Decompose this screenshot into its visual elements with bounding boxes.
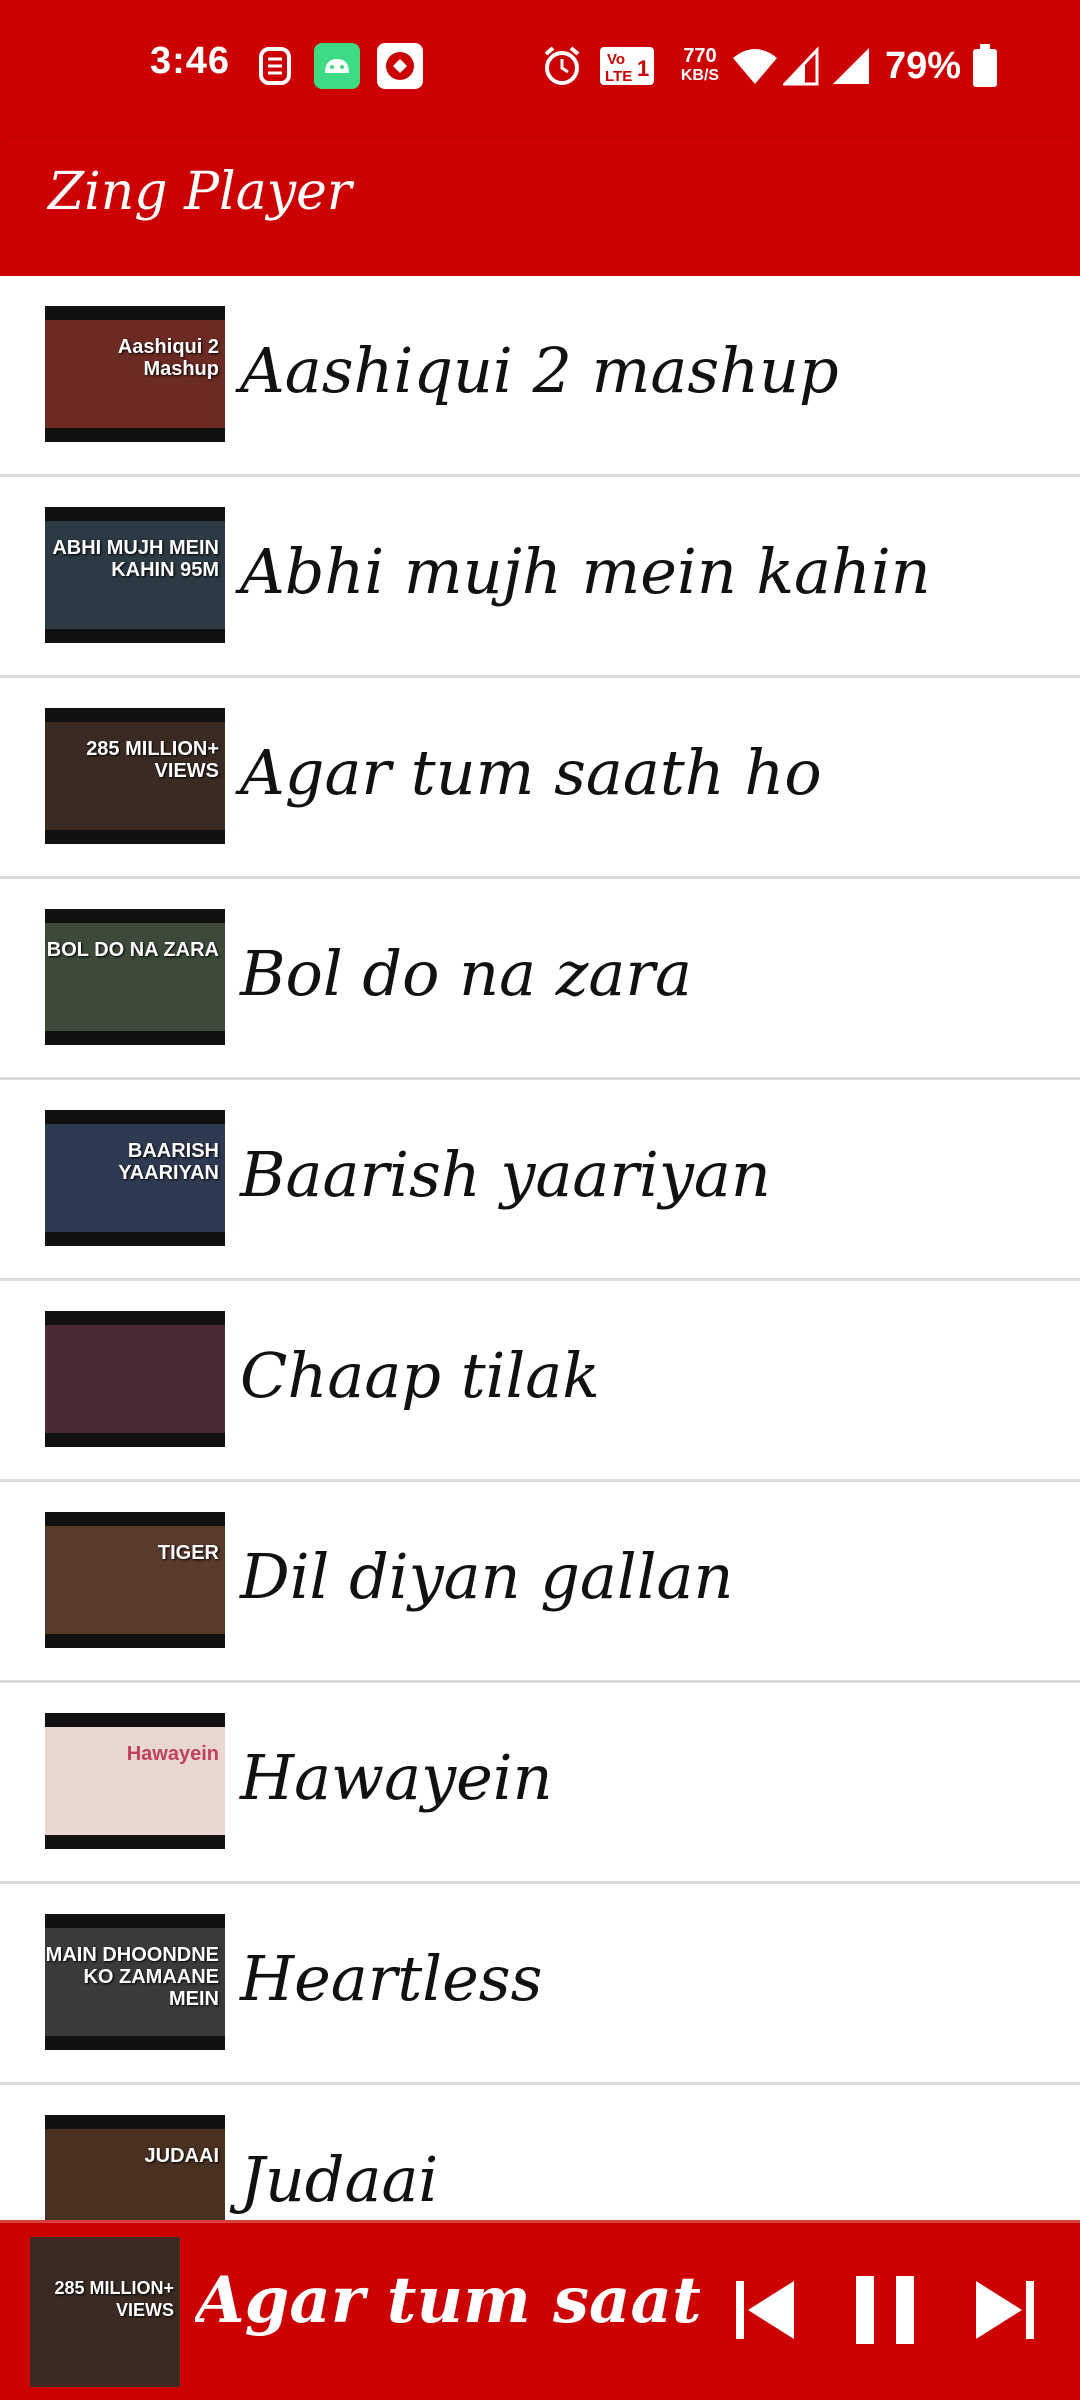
svg-text:LTE: LTE (605, 68, 632, 85)
signal-icon (782, 40, 820, 92)
thumbnail-caption: ABHI MUJH MEIN KAHIN 95M (52, 537, 219, 581)
song-thumbnail: BOL DO NA ZARA (45, 909, 225, 1045)
pause-button[interactable] (840, 2265, 930, 2355)
song-list: Aashiqui 2 Mashup Aashiqui 2 mashup ABHI… (0, 276, 1080, 2286)
now-playing-thumbnail: 285 MILLION+ VIEWS (30, 2237, 180, 2387)
now-playing-title: Agar tum saath h (195, 2263, 700, 2338)
android-icon (313, 40, 361, 92)
alarm-icon (540, 40, 584, 92)
previous-icon (736, 2281, 794, 2339)
app-bar: Zing Player (0, 138, 1080, 276)
battery-percentage: 79% (885, 45, 962, 87)
battery-icon (970, 40, 1000, 92)
app-notification-icon (376, 40, 424, 92)
svg-text:1: 1 (637, 56, 649, 81)
thumbnail-caption: 285 MILLION+ VIEWS (86, 738, 219, 782)
thumbnail-caption: MAIN DHOONDNE KO ZAMAANE MEIN (45, 1944, 219, 2010)
pause-icon (856, 2276, 914, 2344)
song-thumbnail (45, 1311, 225, 1447)
list-item[interactable]: TIGER Dil diyan gallan (0, 1482, 1080, 1683)
thumbnail-caption: BAARISH YAARIYAN (118, 1140, 219, 1184)
status-bar: 3:46 Vo LTE 1 770 KB/S 79% (0, 0, 1080, 138)
network-speed: 770 KB/S (680, 45, 720, 84)
wifi-icon (730, 40, 780, 92)
list-item[interactable]: MAIN DHOONDNE KO ZAMAANE MEIN Heartless (0, 1884, 1080, 2085)
thumbnail-caption: BOL DO NA ZARA (46, 939, 219, 961)
next-icon (976, 2281, 1034, 2339)
list-item[interactable]: Aashiqui 2 Mashup Aashiqui 2 mashup (0, 276, 1080, 477)
thumbnail-caption: Hawayein (126, 1743, 219, 1765)
song-title: Bol do na zara (240, 937, 692, 1010)
song-thumbnail: ABHI MUJH MEIN KAHIN 95M (45, 507, 225, 643)
song-thumbnail: 285 MILLION+ VIEWS (45, 708, 225, 844)
list-item[interactable]: BAARISH YAARIYAN Baarish yaariyan (0, 1080, 1080, 1281)
signal-icon-2 (830, 40, 872, 92)
thumbnail-caption: Aashiqui 2 Mashup (117, 336, 219, 380)
s-icon (255, 40, 295, 92)
volte-icon: Vo LTE 1 (598, 40, 656, 92)
thumbnail-caption: TIGER (157, 1542, 219, 1564)
song-title: Heartless (240, 1942, 543, 2015)
now-playing-thumbnail-caption: 285 MILLION+ VIEWS (54, 2278, 174, 2320)
mini-player[interactable]: 285 MILLION+ VIEWS Agar tum saath h (0, 2220, 1080, 2400)
previous-button[interactable] (720, 2265, 810, 2355)
list-item[interactable]: ABHI MUJH MEIN KAHIN 95M Abhi mujh mein … (0, 477, 1080, 678)
list-item[interactable]: BOL DO NA ZARA Bol do na zara (0, 879, 1080, 1080)
song-title: Agar tum saath ho (240, 736, 822, 809)
list-item[interactable]: Hawayein Hawayein (0, 1683, 1080, 1884)
svg-text:Vo: Vo (607, 51, 625, 68)
list-item[interactable]: Chaap tilak (0, 1281, 1080, 1482)
status-time: 3:46 (150, 40, 231, 82)
song-title: Abhi mujh mein kahin (240, 535, 931, 608)
song-thumbnail: TIGER (45, 1512, 225, 1648)
song-thumbnail: MAIN DHOONDNE KO ZAMAANE MEIN (45, 1914, 225, 2050)
song-thumbnail: Hawayein (45, 1713, 225, 1849)
song-title: Hawayein (240, 1741, 553, 1814)
song-title: Judaai (240, 2143, 439, 2216)
app-title: Zing Player (48, 162, 352, 222)
song-thumbnail: Aashiqui 2 Mashup (45, 306, 225, 442)
song-title: Chaap tilak (240, 1339, 600, 1412)
next-button[interactable] (960, 2265, 1050, 2355)
list-item[interactable]: 285 MILLION+ VIEWS Agar tum saath ho (0, 678, 1080, 879)
song-title: Aashiqui 2 mashup (240, 334, 839, 407)
thumbnail-caption: JUDAAI (144, 2145, 219, 2167)
song-title: Dil diyan gallan (240, 1540, 734, 1613)
thumbnail-image (45, 1325, 225, 1433)
song-title: Baarish yaariyan (240, 1138, 771, 1211)
song-thumbnail: BAARISH YAARIYAN (45, 1110, 225, 1246)
